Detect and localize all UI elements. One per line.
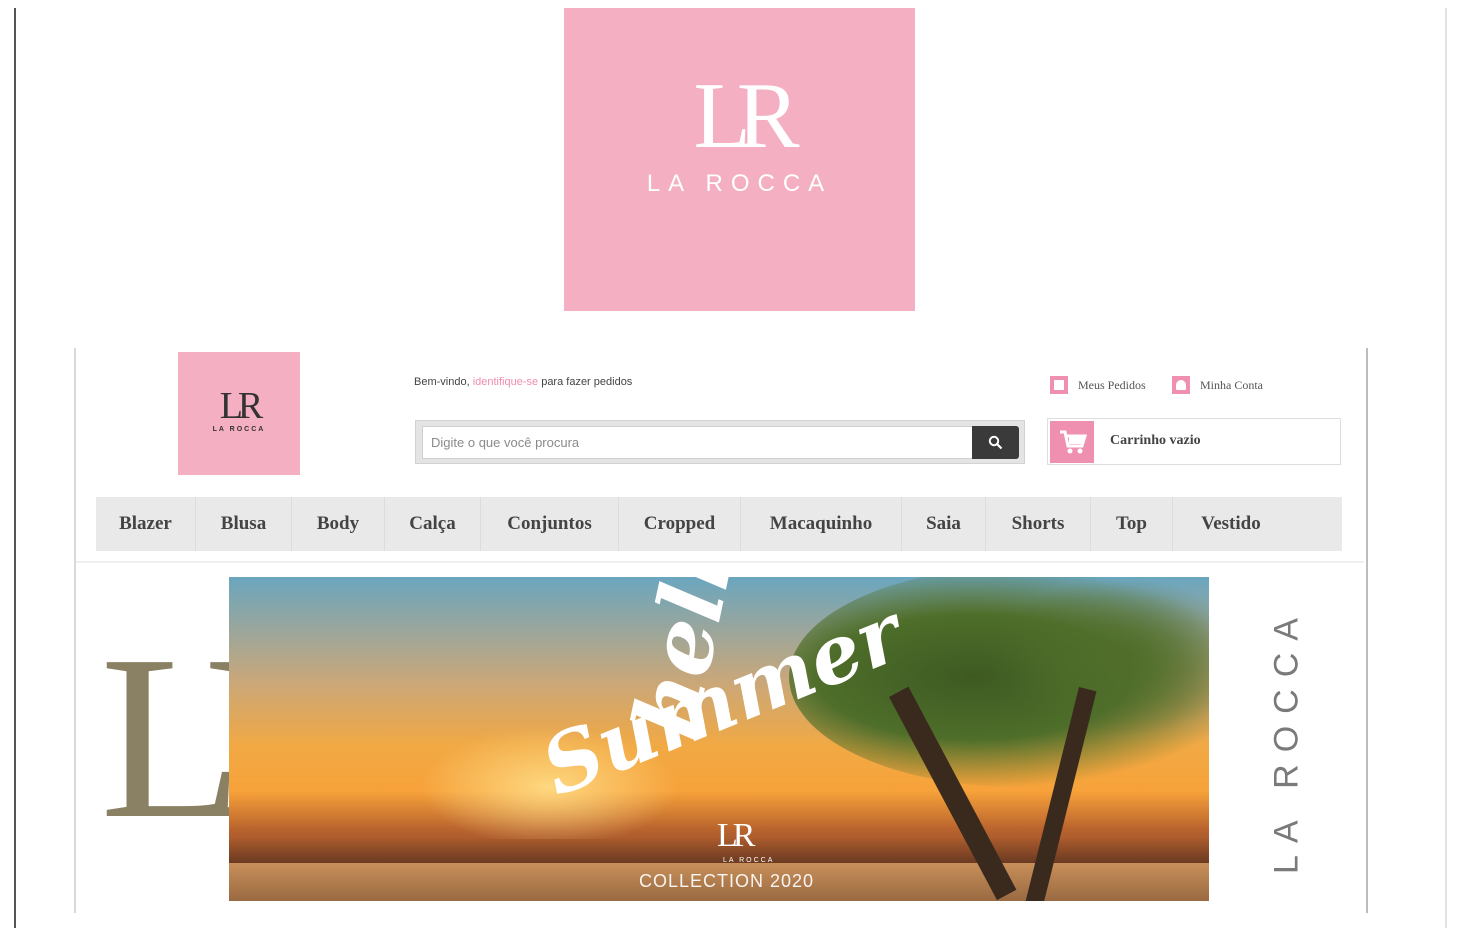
nav-item-top[interactable]: Top — [1091, 497, 1173, 551]
banner-mini-brand: LA ROCCA — [723, 857, 775, 864]
nav-item-vestido[interactable]: Vestido — [1173, 497, 1289, 551]
search-icon — [988, 435, 1003, 450]
my-account-link[interactable]: Minha Conta — [1172, 374, 1263, 396]
search-button[interactable] — [972, 426, 1019, 459]
my-account-label: Minha Conta — [1200, 377, 1263, 392]
right-border-line — [1445, 8, 1447, 928]
nav-item-calca[interactable]: Calça — [385, 497, 481, 551]
nav-item-body[interactable]: Body — [292, 497, 385, 551]
nav-item-saia[interactable]: Saia — [902, 497, 986, 551]
orders-icon — [1050, 376, 1068, 394]
banner-vertical-brand: LA ROCCA — [1252, 585, 1322, 895]
store-logo[interactable]: LR LA ROCCA — [178, 352, 300, 475]
welcome-prefix: Bem-vindo, — [414, 376, 473, 388]
my-orders-label: Meus Pedidos — [1078, 377, 1146, 392]
account-icon — [1172, 376, 1190, 394]
nav-item-cropped[interactable]: Cropped — [619, 497, 741, 551]
vertical-brand-text: LA ROCCA — [1267, 606, 1306, 874]
cart-button[interactable]: Carrinho vazio — [1047, 418, 1341, 465]
my-orders-link[interactable]: Meus Pedidos — [1050, 374, 1146, 396]
welcome-suffix: para fazer pedidos — [538, 376, 633, 388]
search-bar — [415, 420, 1025, 464]
hero-banner[interactable]: hello Summer LR LA ROCCA COLLECTION 2020 — [229, 577, 1209, 901]
banner-mini-monogram: LR — [717, 817, 756, 854]
left-border-line — [14, 8, 16, 928]
welcome-message: Bem-vindo, identifique-se para fazer ped… — [414, 376, 632, 388]
cart-icon — [1050, 421, 1094, 463]
nav-item-macaquinho[interactable]: Macaquinho — [741, 497, 902, 551]
logo-monogram: LR — [693, 64, 799, 168]
nav-item-shorts[interactable]: Shorts — [986, 497, 1091, 551]
banner-collection-label: COLLECTION 2020 — [639, 871, 815, 891]
logo-brand-name: LA ROCCA — [646, 170, 833, 197]
brand-logo-large: LR LA ROCCA — [564, 8, 915, 311]
header-divider — [76, 561, 1364, 563]
nav-item-blusa[interactable]: Blusa — [196, 497, 292, 551]
search-input[interactable] — [422, 426, 974, 459]
category-nav: Blazer Blusa Body Calça Conjuntos Croppe… — [96, 497, 1342, 551]
nav-item-blazer[interactable]: Blazer — [96, 497, 196, 551]
store-logo-monogram: LR — [219, 385, 264, 427]
store-logo-brand: LA ROCCA — [212, 426, 266, 433]
cart-label: Carrinho vazio — [1110, 433, 1201, 448]
login-link[interactable]: identifique-se — [473, 376, 538, 388]
nav-item-conjuntos[interactable]: Conjuntos — [481, 497, 619, 551]
